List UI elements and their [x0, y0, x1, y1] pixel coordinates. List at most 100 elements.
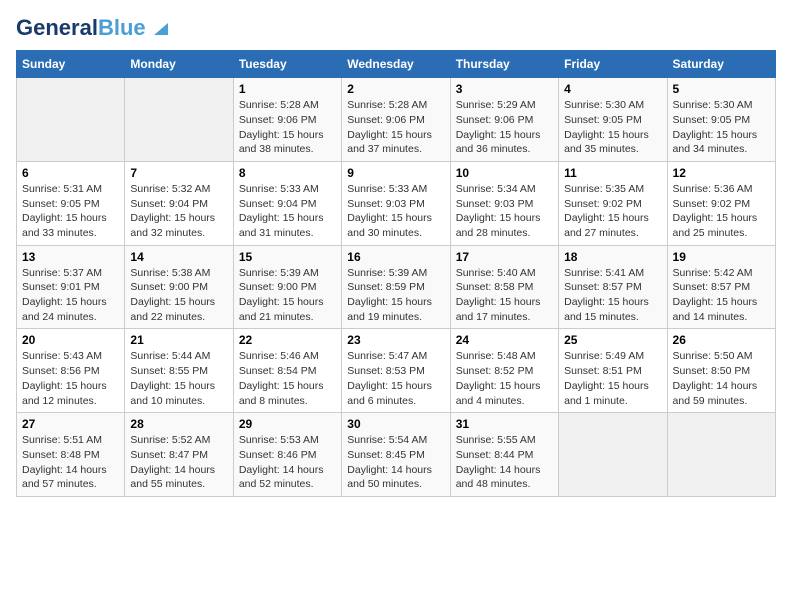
day-cell: 17 Sunrise: 5:40 AMSunset: 8:58 PMDayligh…	[450, 245, 558, 329]
day-cell	[125, 78, 233, 162]
header-thursday: Thursday	[450, 51, 558, 78]
day-number: 8	[239, 166, 336, 180]
day-cell: 24 Sunrise: 5:48 AMSunset: 8:52 PMDayligh…	[450, 329, 558, 413]
day-detail: Sunrise: 5:28 AMSunset: 9:06 PMDaylight:…	[239, 98, 336, 157]
week-row-5: 27 Sunrise: 5:51 AMSunset: 8:48 PMDayligh…	[17, 413, 776, 497]
day-cell: 4Sunrise: 5:30 AMSunset: 9:05 PMDaylight…	[559, 78, 667, 162]
day-detail: Sunrise: 5:33 AMSunset: 9:04 PMDaylight:…	[239, 182, 336, 241]
day-number: 18	[564, 250, 661, 264]
day-detail: Sunrise: 5:52 AMSunset: 8:47 PMDaylight:…	[130, 433, 227, 492]
week-row-3: 13 Sunrise: 5:37 AMSunset: 9:01 PMDayligh…	[17, 245, 776, 329]
day-cell	[559, 413, 667, 497]
day-detail: Sunrise: 5:41 AMSunset: 8:57 PMDaylight:…	[564, 266, 661, 325]
day-cell: 6 Sunrise: 5:31 AMSunset: 9:05 PMDaylight…	[17, 161, 125, 245]
day-cell: 26 Sunrise: 5:50 AMSunset: 8:50 PMDayligh…	[667, 329, 775, 413]
day-cell: 8 Sunrise: 5:33 AMSunset: 9:04 PMDaylight…	[233, 161, 341, 245]
week-row-2: 6 Sunrise: 5:31 AMSunset: 9:05 PMDaylight…	[17, 161, 776, 245]
day-number: 14	[130, 250, 227, 264]
day-cell: 28 Sunrise: 5:52 AMSunset: 8:47 PMDayligh…	[125, 413, 233, 497]
day-cell: 2Sunrise: 5:28 AMSunset: 9:06 PMDaylight…	[342, 78, 450, 162]
day-number: 6	[22, 166, 119, 180]
day-number: 19	[673, 250, 770, 264]
day-cell	[667, 413, 775, 497]
calendar-header: SundayMondayTuesdayWednesdayThursdayFrid…	[17, 51, 776, 78]
day-number: 22	[239, 333, 336, 347]
day-cell: 23 Sunrise: 5:47 AMSunset: 8:53 PMDayligh…	[342, 329, 450, 413]
day-detail: Sunrise: 5:47 AMSunset: 8:53 PMDaylight:…	[347, 349, 444, 408]
day-cell: 14 Sunrise: 5:38 AMSunset: 9:00 PMDayligh…	[125, 245, 233, 329]
day-detail: Sunrise: 5:38 AMSunset: 9:00 PMDaylight:…	[130, 266, 227, 325]
day-cell: 13 Sunrise: 5:37 AMSunset: 9:01 PMDayligh…	[17, 245, 125, 329]
day-number: 2	[347, 82, 444, 96]
day-detail: Sunrise: 5:42 AMSunset: 8:57 PMDaylight:…	[673, 266, 770, 325]
day-cell: 27 Sunrise: 5:51 AMSunset: 8:48 PMDayligh…	[17, 413, 125, 497]
logo: GeneralBlue	[16, 16, 170, 40]
day-cell: 29Sunrise: 5:53 AMSunset: 8:46 PMDayligh…	[233, 413, 341, 497]
day-detail: Sunrise: 5:29 AMSunset: 9:06 PMDaylight:…	[456, 98, 553, 157]
day-cell: 15 Sunrise: 5:39 AMSunset: 9:00 PMDayligh…	[233, 245, 341, 329]
day-cell: 18 Sunrise: 5:41 AMSunset: 8:57 PMDayligh…	[559, 245, 667, 329]
day-number: 27	[22, 417, 119, 431]
day-number: 20	[22, 333, 119, 347]
day-number: 7	[130, 166, 227, 180]
day-cell: 20 Sunrise: 5:43 AMSunset: 8:56 PMDayligh…	[17, 329, 125, 413]
day-detail: Sunrise: 5:39 AMSunset: 9:00 PMDaylight:…	[239, 266, 336, 325]
day-number: 13	[22, 250, 119, 264]
day-number: 29	[239, 417, 336, 431]
header-saturday: Saturday	[667, 51, 775, 78]
day-detail: Sunrise: 5:48 AMSunset: 8:52 PMDaylight:…	[456, 349, 553, 408]
logo-text: GeneralBlue	[16, 16, 146, 40]
day-detail: Sunrise: 5:50 AMSunset: 8:50 PMDaylight:…	[673, 349, 770, 408]
day-detail: Sunrise: 5:40 AMSunset: 8:58 PMDaylight:…	[456, 266, 553, 325]
header-monday: Monday	[125, 51, 233, 78]
day-number: 10	[456, 166, 553, 180]
day-cell: 5 Sunrise: 5:30 AMSunset: 9:05 PMDaylight…	[667, 78, 775, 162]
day-cell: 25Sunrise: 5:49 AMSunset: 8:51 PMDayligh…	[559, 329, 667, 413]
header-tuesday: Tuesday	[233, 51, 341, 78]
day-number: 3	[456, 82, 553, 96]
calendar-table: SundayMondayTuesdayWednesdayThursdayFrid…	[16, 50, 776, 497]
day-cell: 1 Sunrise: 5:28 AMSunset: 9:06 PMDaylight…	[233, 78, 341, 162]
day-number: 1	[239, 82, 336, 96]
day-number: 16	[347, 250, 444, 264]
day-detail: Sunrise: 5:30 AMSunset: 9:05 PMDaylight:…	[673, 98, 770, 157]
day-number: 31	[456, 417, 553, 431]
day-detail: Sunrise: 5:35 AMSunset: 9:02 PMDaylight:…	[564, 182, 661, 241]
day-number: 17	[456, 250, 553, 264]
day-number: 9	[347, 166, 444, 180]
day-cell: 3 Sunrise: 5:29 AMSunset: 9:06 PMDaylight…	[450, 78, 558, 162]
day-cell: 11Sunrise: 5:35 AMSunset: 9:02 PMDayligh…	[559, 161, 667, 245]
day-number: 4	[564, 82, 661, 96]
day-number: 28	[130, 417, 227, 431]
day-number: 15	[239, 250, 336, 264]
day-number: 26	[673, 333, 770, 347]
week-row-4: 20 Sunrise: 5:43 AMSunset: 8:56 PMDayligh…	[17, 329, 776, 413]
day-detail: Sunrise: 5:44 AMSunset: 8:55 PMDaylight:…	[130, 349, 227, 408]
day-number: 24	[456, 333, 553, 347]
day-detail: Sunrise: 5:32 AMSunset: 9:04 PMDaylight:…	[130, 182, 227, 241]
day-detail: Sunrise: 5:37 AMSunset: 9:01 PMDaylight:…	[22, 266, 119, 325]
day-detail: Sunrise: 5:55 AMSunset: 8:44 PMDaylight:…	[456, 433, 553, 492]
day-detail: Sunrise: 5:34 AMSunset: 9:03 PMDaylight:…	[456, 182, 553, 241]
header-wednesday: Wednesday	[342, 51, 450, 78]
week-row-1: 1 Sunrise: 5:28 AMSunset: 9:06 PMDaylight…	[17, 78, 776, 162]
day-detail: Sunrise: 5:39 AMSunset: 8:59 PMDaylight:…	[347, 266, 444, 325]
header-sunday: Sunday	[17, 51, 125, 78]
page-header: GeneralBlue	[16, 16, 776, 40]
day-detail: Sunrise: 5:33 AMSunset: 9:03 PMDaylight:…	[347, 182, 444, 241]
day-detail: Sunrise: 5:31 AMSunset: 9:05 PMDaylight:…	[22, 182, 119, 241]
day-detail: Sunrise: 5:43 AMSunset: 8:56 PMDaylight:…	[22, 349, 119, 408]
logo-icon	[148, 15, 170, 37]
day-cell: 12Sunrise: 5:36 AMSunset: 9:02 PMDayligh…	[667, 161, 775, 245]
day-cell: 21 Sunrise: 5:44 AMSunset: 8:55 PMDayligh…	[125, 329, 233, 413]
day-detail: Sunrise: 5:51 AMSunset: 8:48 PMDaylight:…	[22, 433, 119, 492]
day-cell: 7 Sunrise: 5:32 AMSunset: 9:04 PMDaylight…	[125, 161, 233, 245]
day-detail: Sunrise: 5:46 AMSunset: 8:54 PMDaylight:…	[239, 349, 336, 408]
day-cell: 9 Sunrise: 5:33 AMSunset: 9:03 PMDaylight…	[342, 161, 450, 245]
day-number: 5	[673, 82, 770, 96]
day-cell: 19 Sunrise: 5:42 AMSunset: 8:57 PMDayligh…	[667, 245, 775, 329]
day-number: 25	[564, 333, 661, 347]
day-cell: 22 Sunrise: 5:46 AMSunset: 8:54 PMDayligh…	[233, 329, 341, 413]
day-number: 23	[347, 333, 444, 347]
day-number: 21	[130, 333, 227, 347]
